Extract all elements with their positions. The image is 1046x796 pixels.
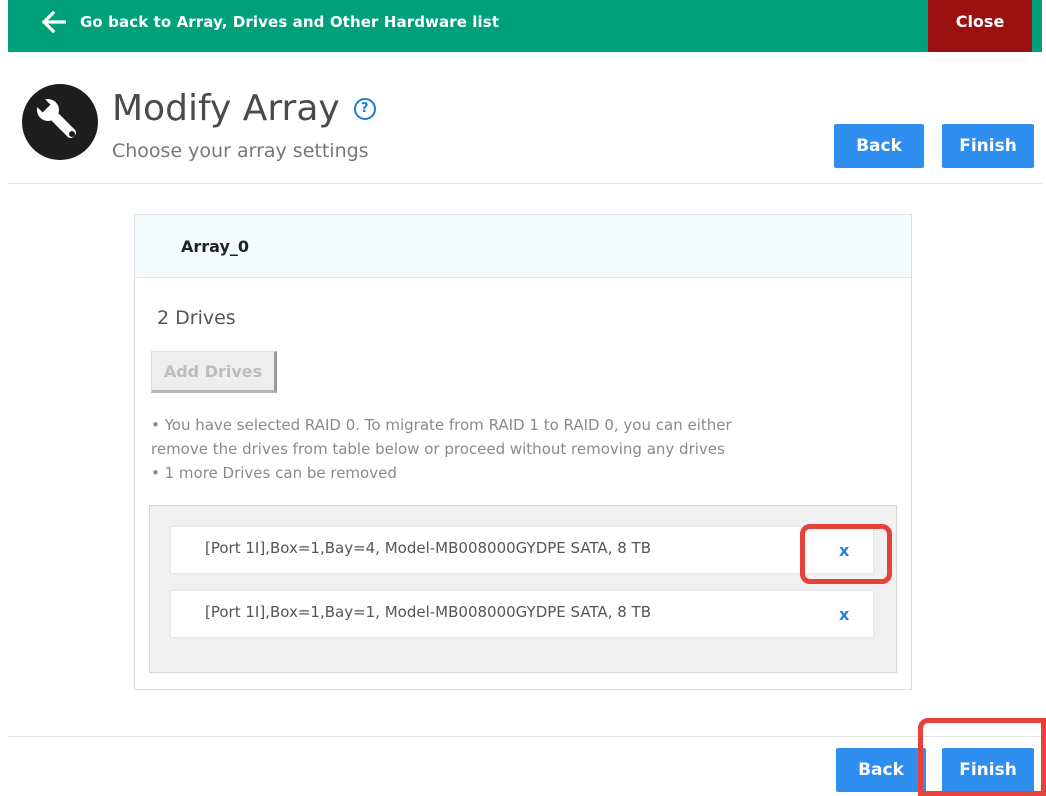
drive-count: 2 Drives xyxy=(157,307,236,329)
drive-description: [Port 1I],Box=1,Bay=4, Model-MB008000GYD… xyxy=(205,539,651,557)
drive-row: [Port 1I],Box=1,Bay=4, Model-MB008000GYD… xyxy=(170,526,874,574)
drive-list: [Port 1I],Box=1,Bay=4, Model-MB008000GYD… xyxy=(149,505,897,673)
modify-array-page: Go back to Array, Drives and Other Hardw… xyxy=(0,0,1046,796)
back-to-list-link[interactable]: Go back to Array, Drives and Other Hardw… xyxy=(42,6,499,38)
finish-highlight-box xyxy=(918,718,1046,796)
add-drives-button[interactable]: Add Drives xyxy=(151,351,277,393)
array-panel-header: Array_0 xyxy=(135,215,911,278)
remove-drive-button[interactable]: x xyxy=(839,605,849,624)
drive-row: [Port 1I],Box=1,Bay=1, Model-MB008000GYD… xyxy=(170,590,874,638)
array-name: Array_0 xyxy=(181,237,250,256)
info-line: • 1 more Drives can be removed xyxy=(151,464,397,482)
wrench-icon xyxy=(22,84,98,160)
header-back-button[interactable]: Back xyxy=(834,124,924,168)
page-title-text: Modify Array xyxy=(112,88,340,129)
info-line: remove the drives from table below or pr… xyxy=(151,440,725,458)
array-panel: Array_0 2 Drives Add Drives • You have s… xyxy=(134,214,912,690)
drive-description: [Port 1I],Box=1,Bay=1, Model-MB008000GYD… xyxy=(205,603,651,621)
help-icon[interactable]: ? xyxy=(353,97,376,120)
arrow-left-icon xyxy=(42,11,66,33)
back-to-list-label: Go back to Array, Drives and Other Hardw… xyxy=(80,13,500,31)
footer-back-button[interactable]: Back xyxy=(836,748,926,792)
page-title: Modify Array ? xyxy=(112,88,376,129)
info-line: • You have selected RAID 0. To migrate f… xyxy=(151,416,732,434)
remove-highlight-box xyxy=(800,524,892,584)
header-divider xyxy=(8,183,1042,184)
footer-divider xyxy=(8,736,1042,737)
raid-info-text: • You have selected RAID 0. To migrate f… xyxy=(151,413,891,485)
close-button[interactable]: Close xyxy=(928,0,1032,52)
page-subtitle: Choose your array settings xyxy=(112,140,369,162)
header-finish-button[interactable]: Finish xyxy=(942,124,1034,168)
top-bar: Go back to Array, Drives and Other Hardw… xyxy=(8,0,1042,52)
